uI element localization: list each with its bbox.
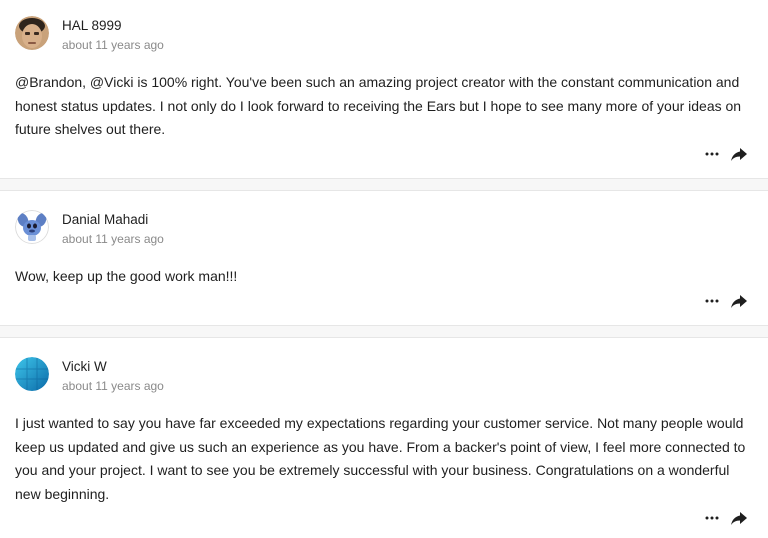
comment-actions: [704, 510, 752, 526]
comment-card: Vicki W about 11 years ago I just wanted…: [0, 338, 768, 538]
share-arrow-icon[interactable]: [730, 293, 748, 309]
comment-timestamp: about 11 years ago: [62, 379, 164, 393]
more-horizontal-icon[interactable]: [704, 293, 720, 309]
comment-actions: [704, 146, 752, 162]
avatar[interactable]: [15, 357, 49, 391]
comment-card: HAL 8999 about 11 years ago @Brandon, @V…: [0, 0, 768, 178]
comment-divider: [0, 325, 768, 338]
avatar[interactable]: [15, 16, 49, 50]
comment-divider: [0, 178, 768, 191]
comment-body: Wow, keep up the good work man!!!: [15, 268, 238, 284]
comment-card: Danial Mahadi about 11 years ago Wow, ke…: [0, 191, 768, 325]
comment-body: I just wanted to say you have far exceed…: [15, 415, 746, 502]
comment-timestamp: about 11 years ago: [62, 38, 164, 52]
comment-timestamp: about 11 years ago: [62, 232, 164, 246]
more-horizontal-icon[interactable]: [704, 510, 720, 526]
share-arrow-icon[interactable]: [730, 146, 748, 162]
comment-author[interactable]: Danial Mahadi: [62, 212, 148, 227]
more-horizontal-icon[interactable]: [704, 146, 720, 162]
comment-author[interactable]: HAL 8999: [62, 18, 122, 33]
comment-author[interactable]: Vicki W: [62, 359, 107, 374]
avatar[interactable]: [15, 210, 49, 244]
share-arrow-icon[interactable]: [730, 510, 748, 526]
comment-actions: [704, 293, 752, 309]
comment-body: @Brandon, @Vicki is 100% right. You've b…: [15, 74, 742, 137]
